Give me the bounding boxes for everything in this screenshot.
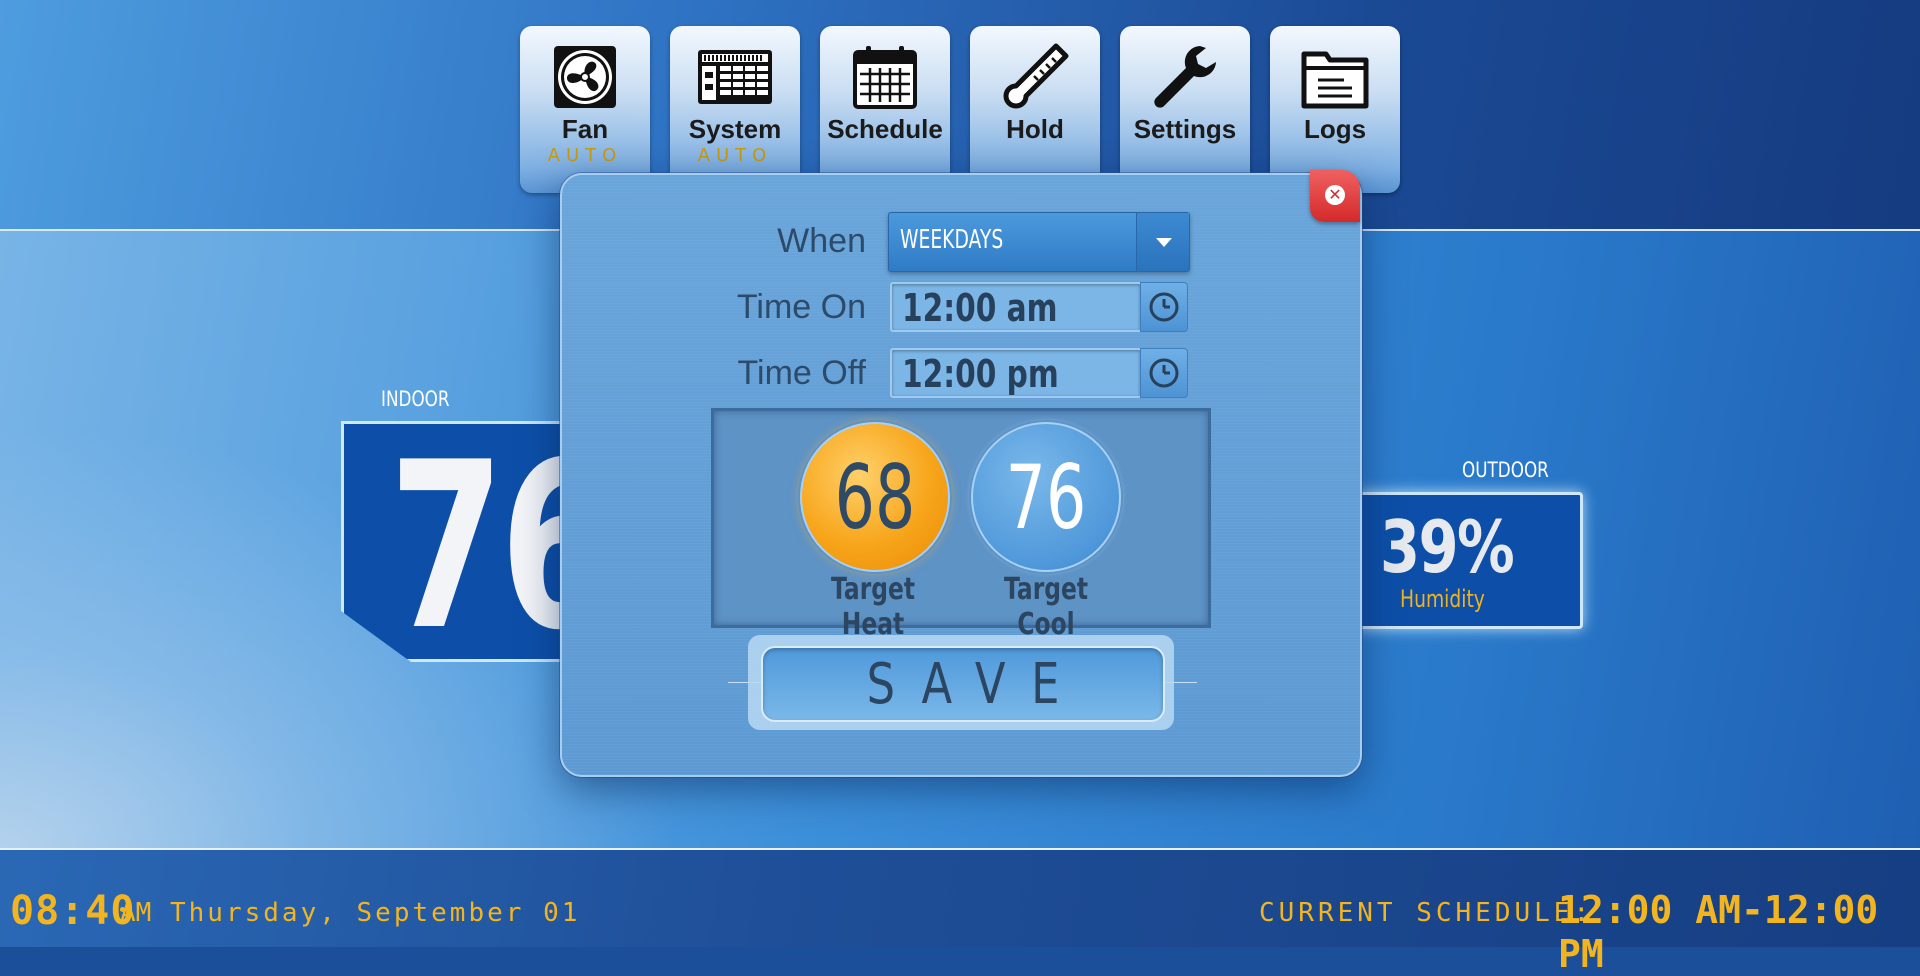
nav-system-button[interactable]: System AUTO [670,26,800,193]
thermometer-icon [1003,43,1069,109]
nav-schedule-button[interactable]: Schedule [820,26,950,193]
target-cool-value: 76 [1005,446,1087,549]
clock-icon [1149,292,1179,322]
nav-hold-button[interactable]: Hold [970,26,1100,193]
fan-icon [554,46,616,108]
save-button[interactable]: SAVE [761,646,1165,722]
time-off-input[interactable]: 12:00 pm [890,348,1142,398]
close-button[interactable]: ✕ [1310,170,1360,222]
indoor-label: INDOOR [381,387,450,411]
system-unit-icon [698,50,772,104]
when-select[interactable]: WEEKDAYS [888,212,1190,272]
outdoor-label: OUTDOOR [1462,458,1549,482]
current-ampm: AM [120,898,152,928]
current-time: 08:40 [10,888,136,934]
current-date: Thursday, September 01 [170,898,581,928]
clock-icon [1149,358,1179,388]
folder-icon [1301,51,1369,109]
chevron-down-icon[interactable] [1136,213,1189,271]
targets-panel [711,408,1211,628]
nav-fan-status: AUTO [547,145,623,166]
time-on-input[interactable]: 12:00 am [890,282,1142,332]
current-schedule-value: 12:00 AM-12:00 PM [1558,888,1879,976]
humidity-value: 39% [1380,505,1515,589]
time-on-label: Time On [736,288,866,326]
when-select-value: WEEKDAYS [900,225,1004,255]
target-heat-dial[interactable]: 68 [800,422,950,572]
time-off-value: 12:00 pm [902,352,1059,396]
nav-system-status: AUTO [697,145,773,166]
target-heat-label: Target Heat [830,572,916,642]
current-schedule-label: CURRENT SCHEDULE: [1259,898,1594,928]
time-on-clock-button[interactable] [1140,282,1188,332]
target-cool-label: Target Cool [1003,572,1089,642]
nav-settings-button[interactable]: Settings [1120,26,1250,193]
time-off-label: Time Off [737,354,866,392]
nav-settings-label: Settings [1133,114,1237,144]
wrench-icon [1154,46,1216,108]
outdoor-panel: 39% Humidity [1355,492,1583,629]
when-label: When [777,222,866,260]
nav-hold-label: Hold [1006,114,1064,144]
save-label: SAVE [866,652,1085,717]
target-heat-value: 68 [834,446,916,549]
nav-system-label: System [688,114,782,144]
close-icon: ✕ [1325,185,1345,205]
nav-logs-button[interactable]: Logs [1270,26,1400,193]
time-on-value: 12:00 am [902,286,1058,330]
nav-fan-button[interactable]: Fan AUTO [520,26,650,193]
nav-fan-label: Fan [561,114,609,144]
time-off-clock-button[interactable] [1140,348,1188,398]
calendar-icon [853,46,917,109]
humidity-label: Humidity [1400,585,1485,613]
nav-schedule-label: Schedule [827,114,943,144]
nav-logs-label: Logs [1303,114,1367,144]
target-cool-dial[interactable]: 76 [971,422,1121,572]
